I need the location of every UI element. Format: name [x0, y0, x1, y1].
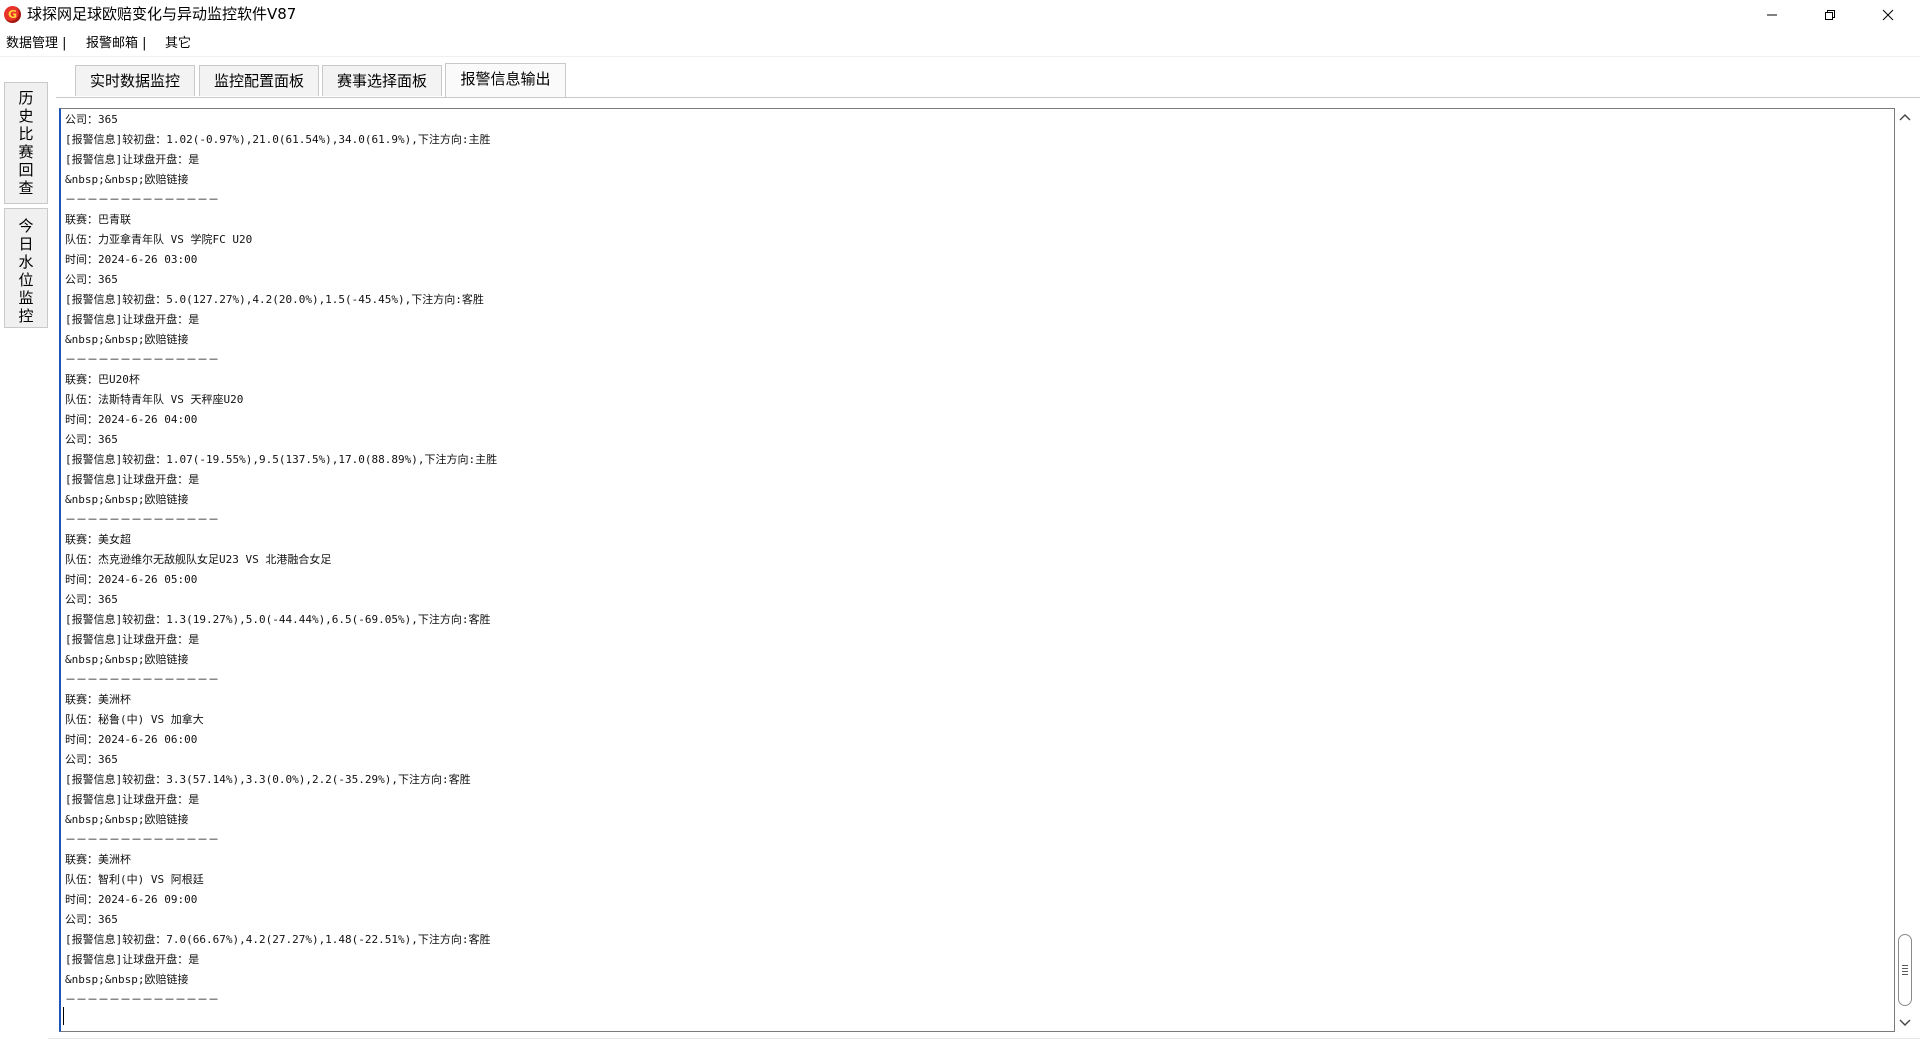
log-line: [报警信息]让球盘开盘：是: [65, 473, 200, 486]
log-line: 队伍：秘鲁(中) VS 加拿大: [65, 713, 204, 726]
menu-item-other[interactable]: 其它: [165, 35, 191, 52]
tab-divider: [56, 97, 1920, 98]
log-line: 联赛：美女超: [65, 533, 131, 546]
log-line: [报警信息]让球盘开盘：是: [65, 153, 200, 166]
sidebar-tab-history-review[interactable]: 历史比赛回查: [4, 82, 48, 204]
log-line: 公司：365: [65, 753, 118, 766]
log-line: [报警信息]较初盘：1.02(-0.97%),21.0(61.54%),34.0…: [65, 133, 491, 146]
menu-bar: 数据管理 | 报警邮箱 | 其它: [0, 29, 1920, 57]
minimize-icon: [1767, 14, 1777, 15]
log-line: [报警信息]让球盘开盘：是: [65, 793, 200, 806]
text-caret: [63, 1007, 64, 1025]
sidebar-tab-label: 历史比赛回查: [18, 89, 34, 197]
tab-alert-output[interactable]: 报警信息输出: [445, 63, 566, 97]
log-line: 公司：365: [65, 433, 118, 446]
log-line: 公司：365: [65, 273, 118, 286]
sidebar-tab-today-odds-monitor[interactable]: 今日水位监控: [4, 208, 48, 328]
minimize-button[interactable]: [1743, 0, 1801, 29]
log-line: 队伍：杰克逊维尔无敌舰队女足U23 VS 北港融合女足: [65, 553, 332, 566]
tab-strip: 实时数据监控 监控配置面板 赛事选择面板 报警信息输出: [50, 57, 1920, 103]
scroll-grip-line: [1902, 971, 1908, 972]
log-line: 公司：365: [65, 113, 118, 126]
log-line: －－－－－－－－－－－－－－: [65, 353, 219, 366]
chevron-down-icon: [1899, 1019, 1911, 1026]
log-line: [报警信息]较初盘：1.07(-19.55%),9.5(137.5%),17.0…: [65, 453, 498, 466]
window-bottom-edge: [48, 1038, 1920, 1039]
log-line: －－－－－－－－－－－－－－: [65, 513, 219, 526]
log-line: 时间：2024-6-26 03:00: [65, 253, 198, 266]
alert-output-textarea[interactable]: 公司：365 [报警信息]较初盘：1.02(-0.97%),21.0(61.54%…: [59, 108, 1895, 1032]
window-title: 球探网足球欧赔变化与异动监控软件V87: [27, 5, 297, 23]
log-line: 联赛：巴U20杯: [65, 373, 140, 386]
scroll-thumb[interactable]: [1898, 934, 1912, 1006]
chevron-up-icon: [1899, 114, 1911, 121]
log-line: [报警信息]较初盘：7.0(66.67%),4.2(27.27%),1.48(-…: [65, 933, 491, 946]
restore-button[interactable]: [1801, 0, 1859, 29]
log-line: &nbsp;&nbsp;欧赔链接: [65, 333, 189, 346]
log-line: －－－－－－－－－－－－－－: [65, 993, 219, 1006]
log-line: 时间：2024-6-26 04:00: [65, 413, 198, 426]
restore-icon: [1825, 9, 1835, 20]
tab-match-selection-panel[interactable]: 赛事选择面板: [322, 65, 442, 96]
log-line: －－－－－－－－－－－－－－: [65, 833, 219, 846]
log-line: 时间：2024-6-26 09:00: [65, 893, 198, 906]
scroll-grip-line: [1902, 968, 1908, 969]
log-line: [报警信息]较初盘：3.3(57.14%),3.3(0.0%),2.2(-35.…: [65, 773, 471, 786]
menu-item-data-management[interactable]: 数据管理 |: [6, 35, 67, 52]
log-line: &nbsp;&nbsp;欧赔链接: [65, 813, 189, 826]
log-line: 公司：365: [65, 593, 118, 606]
title-bar: G 球探网足球欧赔变化与异动监控软件V87: [0, 0, 1920, 29]
log-line: &nbsp;&nbsp;欧赔链接: [65, 973, 189, 986]
log-line: 队伍：法斯特青年队 VS 天秤座U20: [65, 393, 244, 406]
tab-monitor-config-panel[interactable]: 监控配置面板: [199, 65, 319, 96]
log-line: [报警信息]让球盘开盘：是: [65, 953, 200, 966]
scroll-down-button[interactable]: [1895, 1012, 1915, 1032]
log-line: [报警信息]较初盘：5.0(127.27%),4.2(20.0%),1.5(-4…: [65, 293, 484, 306]
log-line: &nbsp;&nbsp;欧赔链接: [65, 653, 189, 666]
log-line: [报警信息]让球盘开盘：是: [65, 313, 200, 326]
log-line: &nbsp;&nbsp;欧赔链接: [65, 493, 189, 506]
tab-realtime-data-monitor[interactable]: 实时数据监控: [75, 65, 195, 96]
alert-log-content: 公司：365 [报警信息]较初盘：1.02(-0.97%),21.0(61.54%…: [65, 110, 1865, 1010]
log-line: [报警信息]较初盘：1.3(19.27%),5.0(-44.44%),6.5(-…: [65, 613, 491, 626]
log-line: 联赛：美洲杯: [65, 693, 131, 706]
scroll-grip-line: [1902, 974, 1908, 975]
log-line: &nbsp;&nbsp;欧赔链接: [65, 173, 189, 186]
sidebar-tab-label: 今日水位监控: [18, 217, 34, 325]
close-button[interactable]: [1859, 0, 1917, 29]
log-line: 队伍：力亚拿青年队 VS 学院FC U20: [65, 233, 253, 246]
close-icon: [1882, 9, 1894, 20]
log-line: 时间：2024-6-26 05:00: [65, 573, 198, 586]
log-line: 公司：365: [65, 913, 118, 926]
log-line: 联赛：巴青联: [65, 213, 131, 226]
log-line: 队伍：智利(中) VS 阿根廷: [65, 873, 204, 886]
log-line: 联赛：美洲杯: [65, 853, 131, 866]
log-line: －－－－－－－－－－－－－－: [65, 673, 219, 686]
log-line: －－－－－－－－－－－－－－: [65, 193, 219, 206]
app-logo-icon: G: [4, 6, 21, 23]
menu-item-alert-email[interactable]: 报警邮箱 |: [86, 35, 147, 52]
scroll-up-button[interactable]: [1895, 108, 1915, 128]
log-line: [报警信息]让球盘开盘：是: [65, 633, 200, 646]
log-line: 时间：2024-6-26 06:00: [65, 733, 198, 746]
vertical-scrollbar[interactable]: [1895, 108, 1915, 1032]
scroll-grip-line: [1902, 965, 1908, 966]
